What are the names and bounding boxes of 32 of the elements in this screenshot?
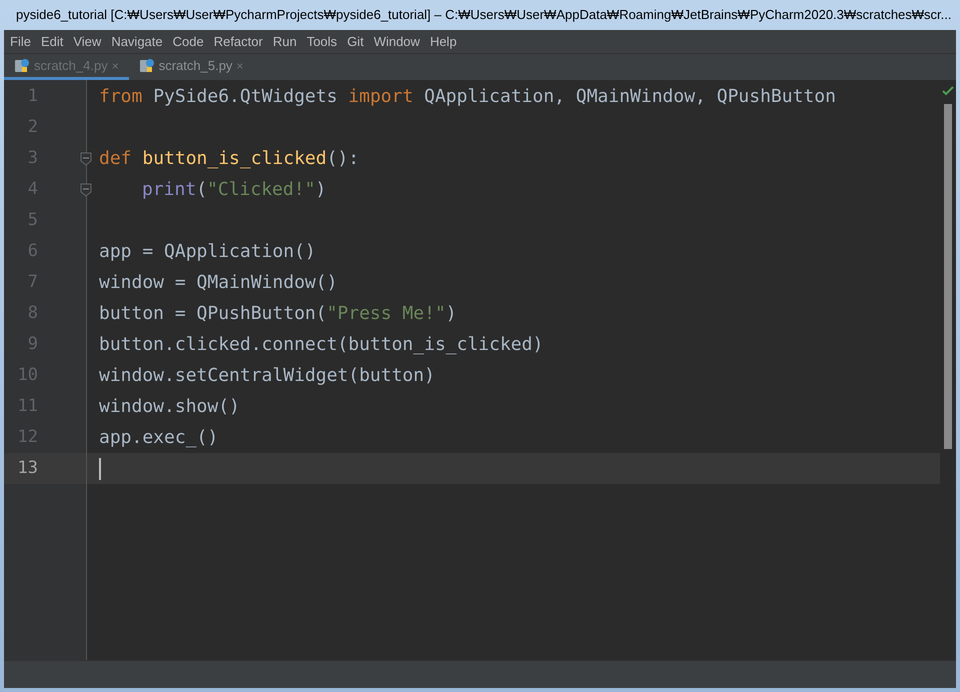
menu-item[interactable]: Navigate [111,32,163,52]
menu-item[interactable]: Window [374,32,420,52]
tab-label: scratch_5.py [158,56,232,75]
code-line: def button_is_clicked(): [99,147,360,171]
menu-item[interactable]: Help [430,32,457,52]
menu-item[interactable]: Refactor [214,32,263,52]
code-line: window = QMainWindow() [99,271,338,295]
check-icon [942,86,954,96]
editor-tab[interactable]: scratch_5.py × [128,54,254,80]
menu-item[interactable]: Run [272,32,297,52]
python-file-icon [138,58,155,74]
code-line: button.clicked.connect(button_is_clicked) [99,333,544,357]
menu-item[interactable]: View [73,32,102,52]
code-line: button = QPushButton("Press Me!") [99,302,457,326]
python-file-icon [14,58,30,74]
menu-item[interactable]: Code [172,32,204,52]
menu-item[interactable]: File [10,32,31,52]
code-line: from PySide6.QtWidgets import QApplication, QMainWindow, QPushButton [99,85,836,109]
code-line: app = QApplication() [99,240,316,264]
fold-marker-icon[interactable] [80,182,92,196]
menu-item[interactable]: Git [347,32,364,52]
window-title: pyside6_tutorial [C:₩Users₩User₩PycharmProjects₩pyside6_tutorial] – C:₩Users₩User₩AppData₩Roaming₩JetBrains₩PyCharm2020.3₩scratches₩scr... [16,6,952,24]
menu-item[interactable]: Tools [306,32,338,52]
code-line: print("Clicked!") [142,178,326,202]
scrollbar-thumb[interactable] [944,104,952,449]
line-number: 13 [16,456,38,480]
code-line: window.show() [99,395,240,419]
code-line: window.setCentralWidget(button) [99,364,435,388]
fold-marker-icon[interactable] [80,152,92,166]
text-cursor [99,458,101,480]
code-line: app.exec_() [99,426,218,450]
menu-item[interactable]: Edit [40,32,64,52]
